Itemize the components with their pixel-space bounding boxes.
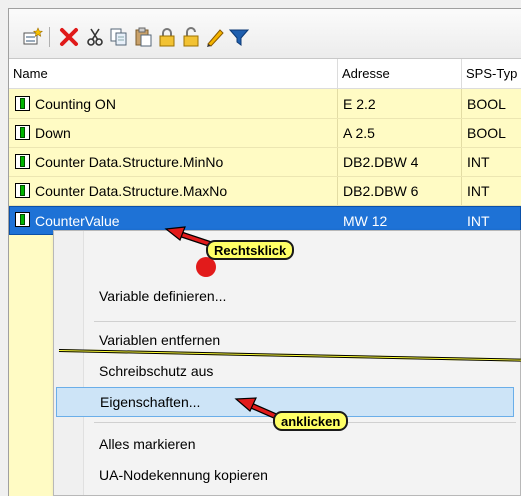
- menu-item-copy-ua-node-id[interactable]: UA-Nodekennung kopieren: [56, 460, 514, 490]
- menu-item-write-protection-off[interactable]: Schreibschutz aus: [56, 356, 514, 386]
- edit-icon[interactable]: [205, 27, 225, 47]
- toolbar-separator: [49, 27, 50, 47]
- variable-icon: [15, 183, 30, 198]
- variable-name: Counting ON: [35, 96, 116, 112]
- variable-name: Counter Data.Structure.MaxNo: [35, 183, 228, 199]
- variable-name: Counter Data.Structure.MinNo: [35, 154, 224, 170]
- toolbar: [9, 9, 521, 59]
- table-row[interactable]: Down A 2.5 BOOL: [9, 119, 521, 148]
- table-row[interactable]: Counter Data.Structure.MinNo DB2.DBW 4 I…: [9, 148, 521, 177]
- variable-address: DB2.DBW 4: [343, 154, 419, 170]
- menu-item-define-variable[interactable]: Variable definieren...: [56, 281, 514, 311]
- filter-icon[interactable]: [229, 27, 249, 47]
- column-header-address[interactable]: Adresse: [338, 59, 462, 89]
- variable-type: INT: [467, 183, 490, 199]
- column-header-name[interactable]: Name: [9, 59, 338, 89]
- unlock-icon[interactable]: [181, 27, 201, 47]
- table-row[interactable]: Counting ON E 2.2 BOOL: [9, 90, 521, 119]
- paste-icon[interactable]: [133, 27, 153, 47]
- delete-icon[interactable]: [59, 27, 79, 47]
- variable-type: BOOL: [467, 96, 506, 112]
- menu-separator: [94, 321, 516, 322]
- cut-icon[interactable]: [85, 27, 105, 47]
- table-header: Name Adresse SPS-Typ: [9, 59, 521, 89]
- variable-address: E 2.2: [343, 96, 376, 112]
- variable-icon: [15, 125, 30, 140]
- variable-type: BOOL: [467, 125, 506, 141]
- variable-icon: [15, 154, 30, 169]
- variable-address: DB2.DBW 6: [343, 183, 419, 199]
- variable-icon: [15, 96, 30, 111]
- context-menu: Variable definieren... Variablen entfern…: [53, 230, 521, 496]
- right-click-callout: Rechtsklick: [206, 240, 295, 260]
- new-variable-icon[interactable]: [23, 27, 43, 47]
- variable-name: Down: [35, 125, 71, 141]
- variable-type: INT: [467, 154, 490, 170]
- mouse-click-marker: [196, 257, 216, 277]
- menu-item-select-all[interactable]: Alles markieren: [56, 429, 514, 459]
- variable-icon: [15, 212, 30, 227]
- click-callout: anklicken: [273, 411, 349, 431]
- variable-address: A 2.5: [343, 125, 375, 141]
- column-header-plc-type[interactable]: SPS-Typ: [462, 59, 521, 89]
- copy-icon[interactable]: [109, 27, 129, 47]
- lock-icon[interactable]: [157, 27, 177, 47]
- table-row[interactable]: Counter Data.Structure.MaxNo DB2.DBW 6 I…: [9, 177, 521, 206]
